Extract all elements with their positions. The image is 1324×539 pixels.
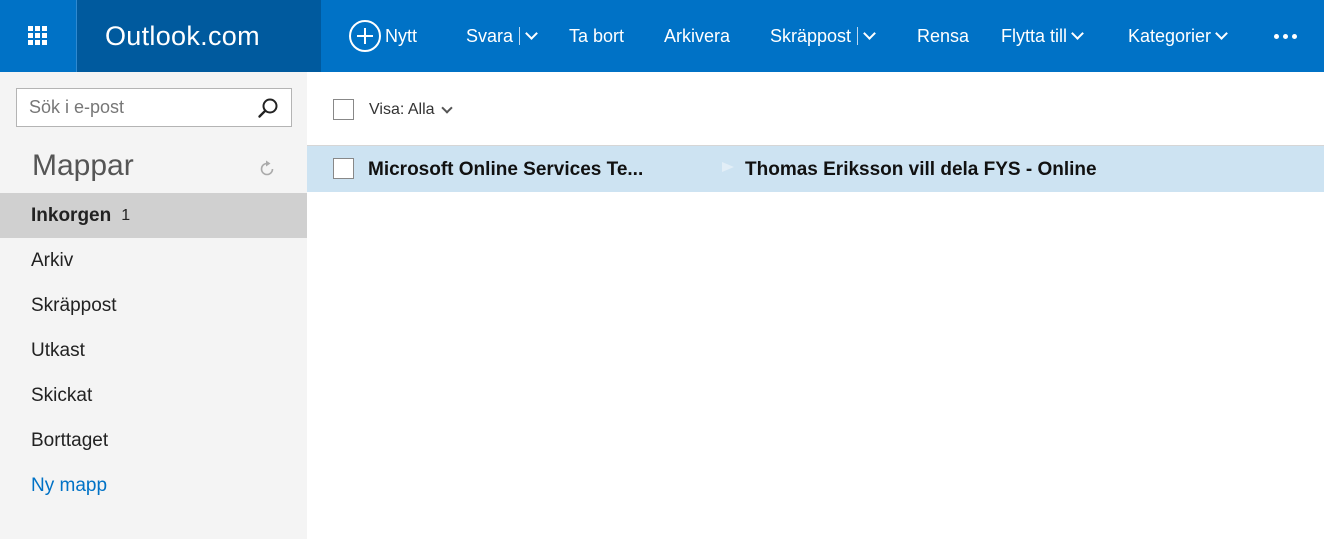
folder-label: Arkiv bbox=[31, 249, 74, 271]
top-bar: Outlook.com Nytt Svara Ta bort Arkivera … bbox=[0, 0, 1324, 72]
brand-logo[interactable]: Outlook.com bbox=[76, 0, 321, 72]
junk-label: Skräppost bbox=[770, 25, 852, 46]
folder-sent[interactable]: Skickat bbox=[0, 373, 307, 418]
message-checkbox[interactable] bbox=[333, 158, 354, 179]
search-icon[interactable] bbox=[257, 97, 279, 119]
folder-junk[interactable]: Skräppost bbox=[0, 283, 307, 328]
reply-label: Svara bbox=[466, 25, 514, 46]
filter-label: Visa: Alla bbox=[369, 101, 435, 118]
message-list-pane: Visa: Alla Microsoft Online Services Te.… bbox=[307, 72, 1324, 539]
move-label: Flytta till bbox=[1001, 25, 1068, 46]
new-label: Nytt bbox=[385, 25, 418, 46]
filter-dropdown[interactable]: Visa: Alla bbox=[369, 101, 453, 119]
folder-inbox[interactable]: Inkorgen 1 bbox=[0, 193, 307, 238]
plus-circle-icon bbox=[349, 20, 381, 52]
more-dots-icon bbox=[1274, 33, 1297, 39]
reply-button[interactable]: Svara bbox=[466, 0, 538, 72]
folders-heading: Mappar bbox=[32, 149, 134, 182]
app-launcher-button[interactable] bbox=[0, 0, 75, 72]
archive-button[interactable]: Arkivera bbox=[664, 0, 730, 72]
delete-label: Ta bort bbox=[569, 25, 625, 46]
folder-archive[interactable]: Arkiv bbox=[0, 238, 307, 283]
search-input[interactable] bbox=[17, 89, 252, 126]
chevron-down-icon bbox=[1071, 27, 1084, 40]
sweep-label: Rensa bbox=[917, 25, 970, 46]
message-sender: Microsoft Online Services Te... bbox=[368, 159, 644, 180]
chevron-down-icon[interactable] bbox=[525, 27, 538, 40]
chevron-down-icon[interactable] bbox=[863, 27, 876, 40]
folder-label: Skickat bbox=[31, 384, 93, 406]
new-folder-link[interactable]: Ny mapp bbox=[0, 463, 307, 508]
brand-text: Outlook.com bbox=[105, 20, 260, 51]
folder-label: Borttaget bbox=[31, 429, 109, 451]
folder-deleted[interactable]: Borttaget bbox=[0, 418, 307, 463]
message-subject: Thomas Eriksson vill dela FYS - Online bbox=[745, 159, 1097, 180]
search-box bbox=[16, 88, 292, 127]
waffle-icon bbox=[27, 26, 48, 46]
chevron-down-icon bbox=[1215, 27, 1228, 40]
move-to-button[interactable]: Flytta till bbox=[1001, 0, 1084, 72]
categories-button[interactable]: Kategorier bbox=[1128, 0, 1228, 72]
folder-drafts[interactable]: Utkast bbox=[0, 328, 307, 373]
filter-bar: Visa: Alla bbox=[307, 72, 1324, 146]
divider bbox=[857, 27, 859, 45]
refresh-icon[interactable] bbox=[258, 160, 276, 178]
new-button[interactable]: Nytt bbox=[349, 0, 417, 72]
folder-label: Utkast bbox=[31, 339, 85, 361]
message-row[interactable]: Microsoft Online Services Te... Thomas E… bbox=[307, 146, 1324, 192]
select-all-checkbox[interactable] bbox=[333, 99, 354, 120]
flag-icon[interactable] bbox=[721, 161, 735, 177]
junk-button[interactable]: Skräppost bbox=[770, 0, 876, 72]
divider bbox=[519, 27, 521, 45]
sidebar: Mappar Inkorgen 1 Arkiv Skräppost Utkast… bbox=[0, 72, 307, 539]
categories-label: Kategorier bbox=[1128, 25, 1212, 46]
archive-label: Arkivera bbox=[664, 25, 731, 46]
new-folder-label: Ny mapp bbox=[31, 474, 108, 496]
folder-label: Inkorgen bbox=[31, 204, 112, 226]
sweep-button[interactable]: Rensa bbox=[917, 0, 969, 72]
chevron-down-icon bbox=[440, 102, 453, 114]
delete-button[interactable]: Ta bort bbox=[569, 0, 624, 72]
folder-label: Skräppost bbox=[31, 294, 117, 316]
more-button[interactable] bbox=[1274, 0, 1297, 72]
unread-count-badge: 1 bbox=[121, 206, 131, 224]
